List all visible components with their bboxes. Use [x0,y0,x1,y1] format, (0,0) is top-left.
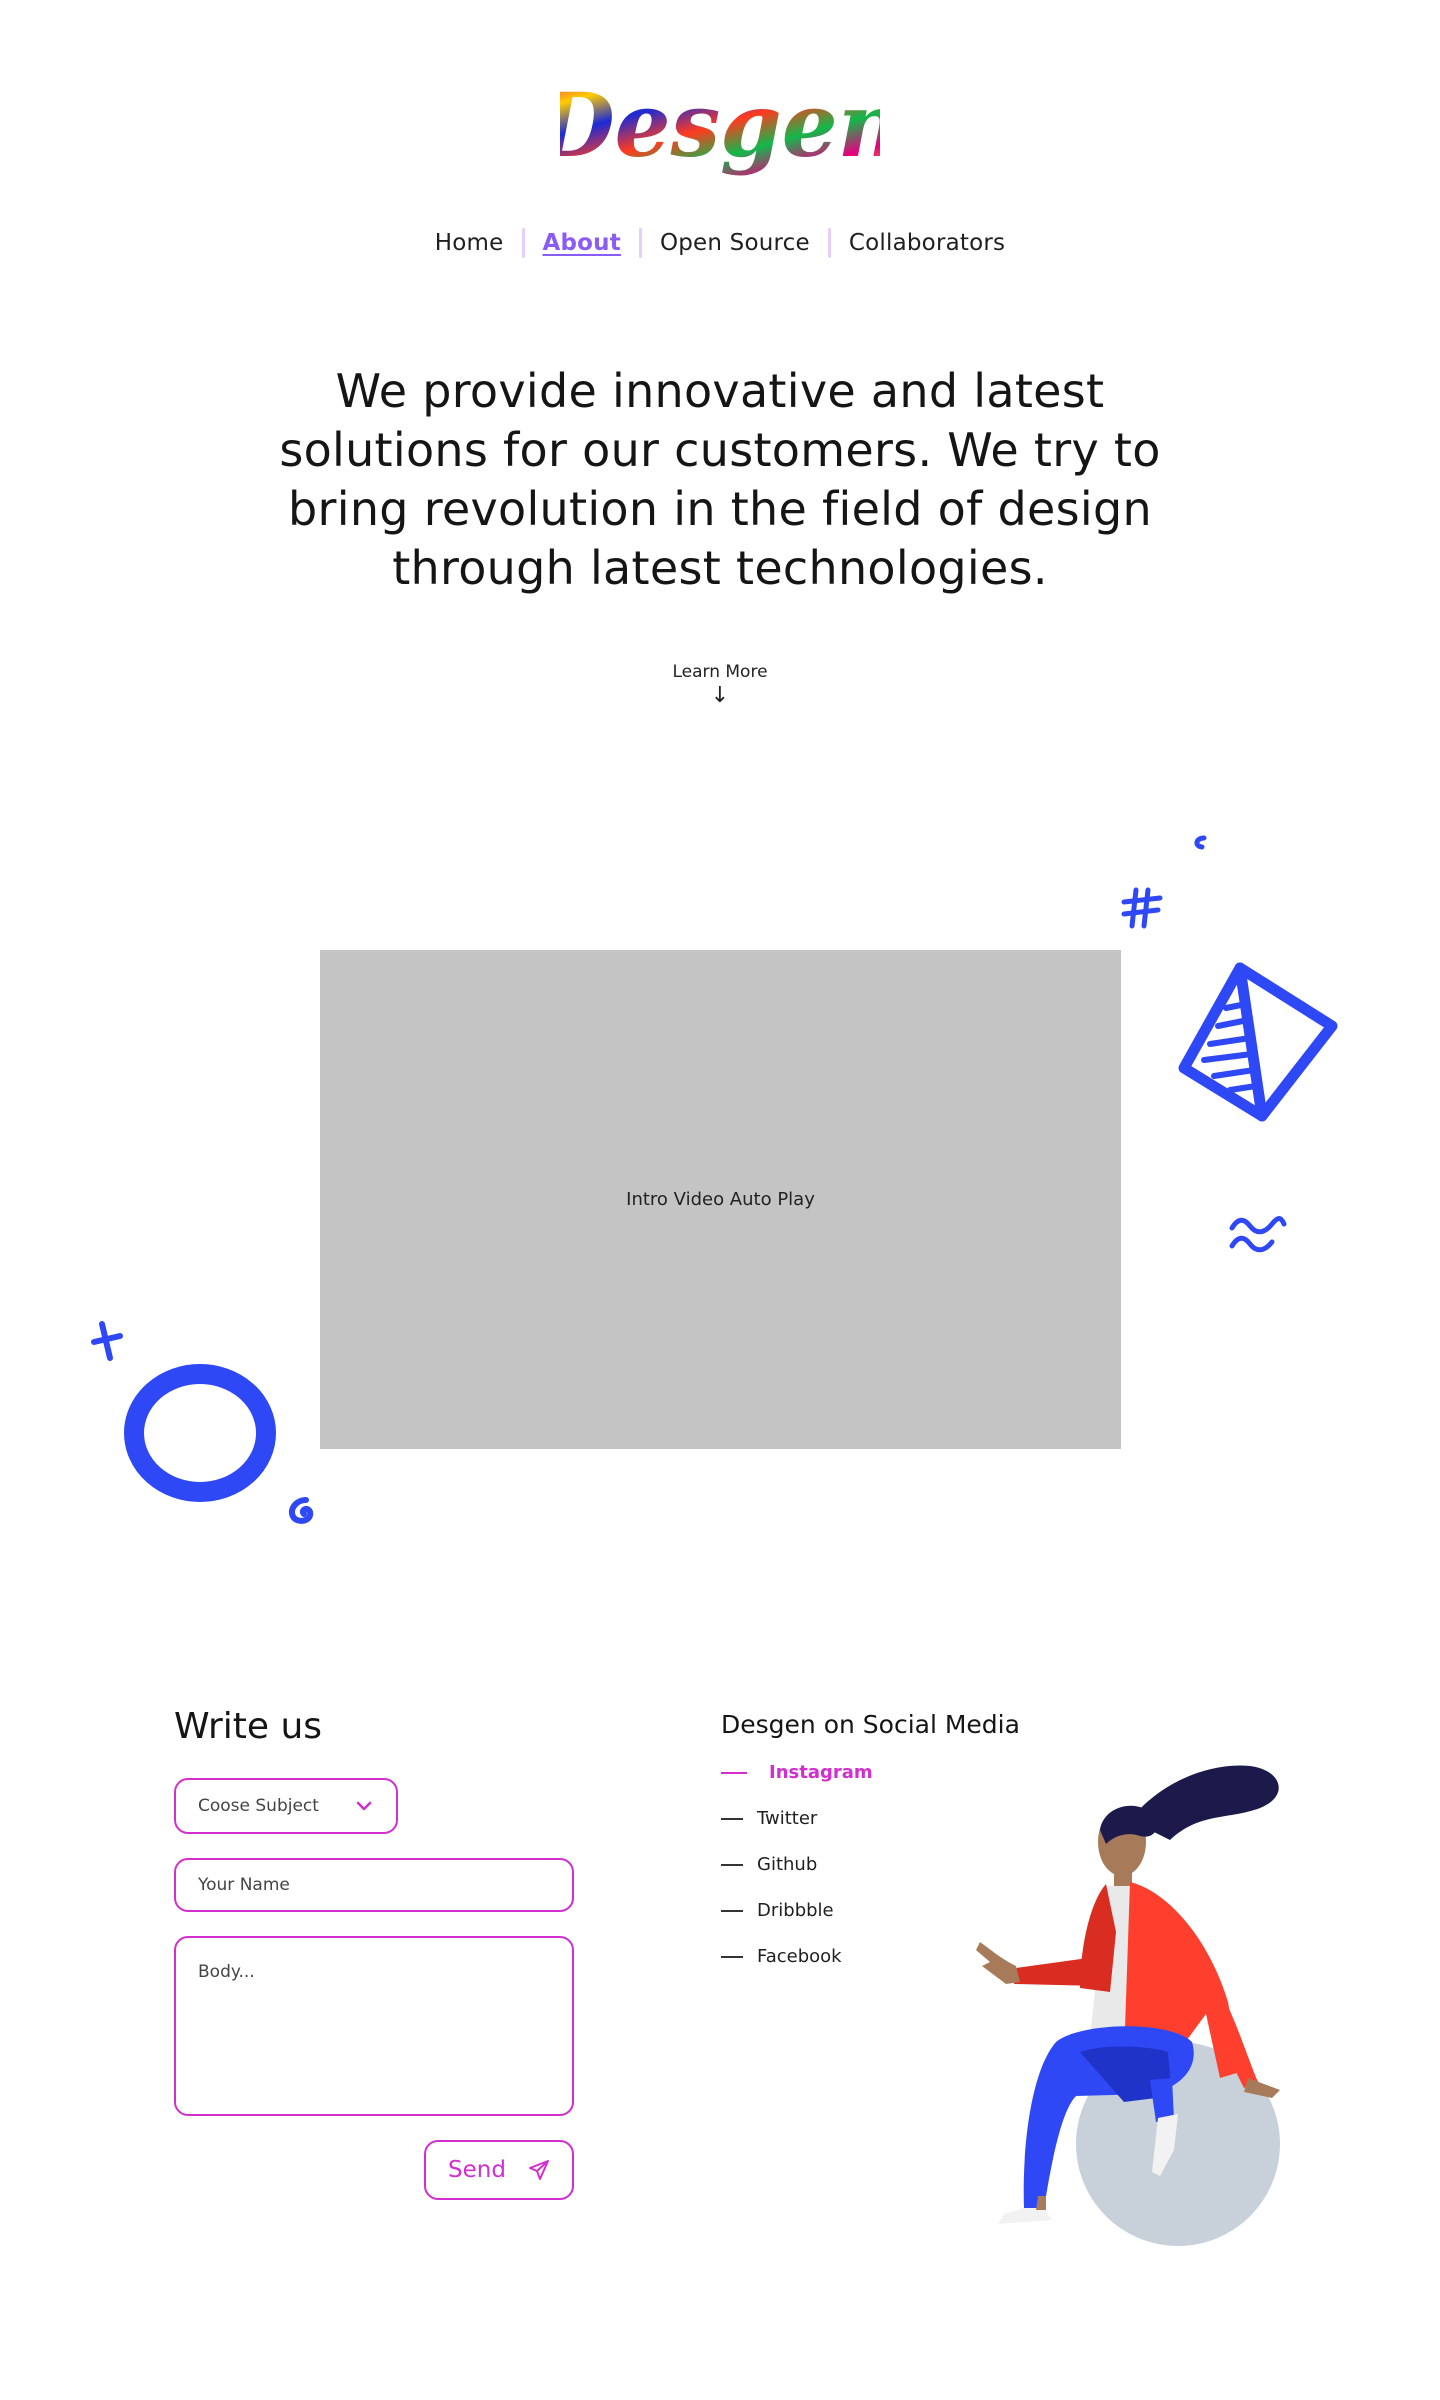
social-item-facebook[interactable]: Facebook [721,1946,842,1967]
diamond-doodle-icon [1178,962,1338,1122]
dash-icon [721,1771,747,1774]
learn-more-label: Learn More [672,662,768,682]
send-button-label: Send [448,2157,506,2183]
chevron-down-icon [356,1801,372,1811]
nav-item-home[interactable]: Home [417,230,522,256]
social-item-github[interactable]: Github [721,1854,817,1875]
video-placeholder-label: Intro Video Auto Play [626,1189,815,1210]
spiral-doodle-icon [288,1497,314,1524]
social-item-label: Dribbble [757,1900,834,1921]
woman-on-ball-illustration [976,1765,1280,2246]
social-title: Desgen on Social Media [721,1710,1020,1739]
hero-text: We provide innovative and latest solutio… [279,364,1161,595]
cross-doodle-icon [91,1321,123,1361]
dash-icon [721,1817,743,1820]
subject-select-label: Coose Subject [198,1796,319,1816]
name-input[interactable]: Your Name [174,1858,574,1912]
nav-item-open-source[interactable]: Open Source [642,230,828,256]
body-textarea-placeholder: Body... [198,1962,255,1982]
name-input-placeholder: Your Name [198,1875,290,1895]
logo-text: Desgen [560,73,880,177]
subject-select[interactable]: Coose Subject [174,1778,398,1834]
social-item-label: Instagram [769,1762,873,1783]
social-item-dribbble[interactable]: Dribbble [721,1900,834,1921]
intro-video[interactable]: Intro Video Auto Play [320,950,1121,1449]
arrow-down-icon: ↓ [710,683,730,708]
wave-doodle-icon [1229,1216,1287,1253]
send-icon [528,2160,549,2180]
social-item-label: Github [757,1854,818,1875]
body-textarea[interactable]: Body... [174,1936,574,2116]
comma-doodle-icon [1194,835,1207,850]
logo[interactable]: Desgen [0,66,1440,186]
circle-doodle-icon [124,1364,276,1502]
learn-more-link[interactable]: Learn More ↓ [0,662,1440,708]
social-item-twitter[interactable]: Twitter [721,1808,817,1829]
social-item-instagram[interactable]: Instagram [721,1762,873,1783]
contact-title: Write us [174,1706,323,1747]
dash-icon [721,1863,743,1866]
social-item-label: Facebook [757,1946,842,1967]
social-item-label: Twitter [757,1808,818,1829]
dash-icon [721,1909,743,1912]
dash-icon [721,1955,743,1958]
send-button[interactable]: Send [424,2140,574,2200]
nav-item-collaborators[interactable]: Collaborators [831,230,1023,256]
hash-doodle-icon [1121,887,1163,929]
main-nav: Home About Open Source Collaborators [0,228,1440,258]
nav-item-about[interactable]: About [525,230,639,256]
